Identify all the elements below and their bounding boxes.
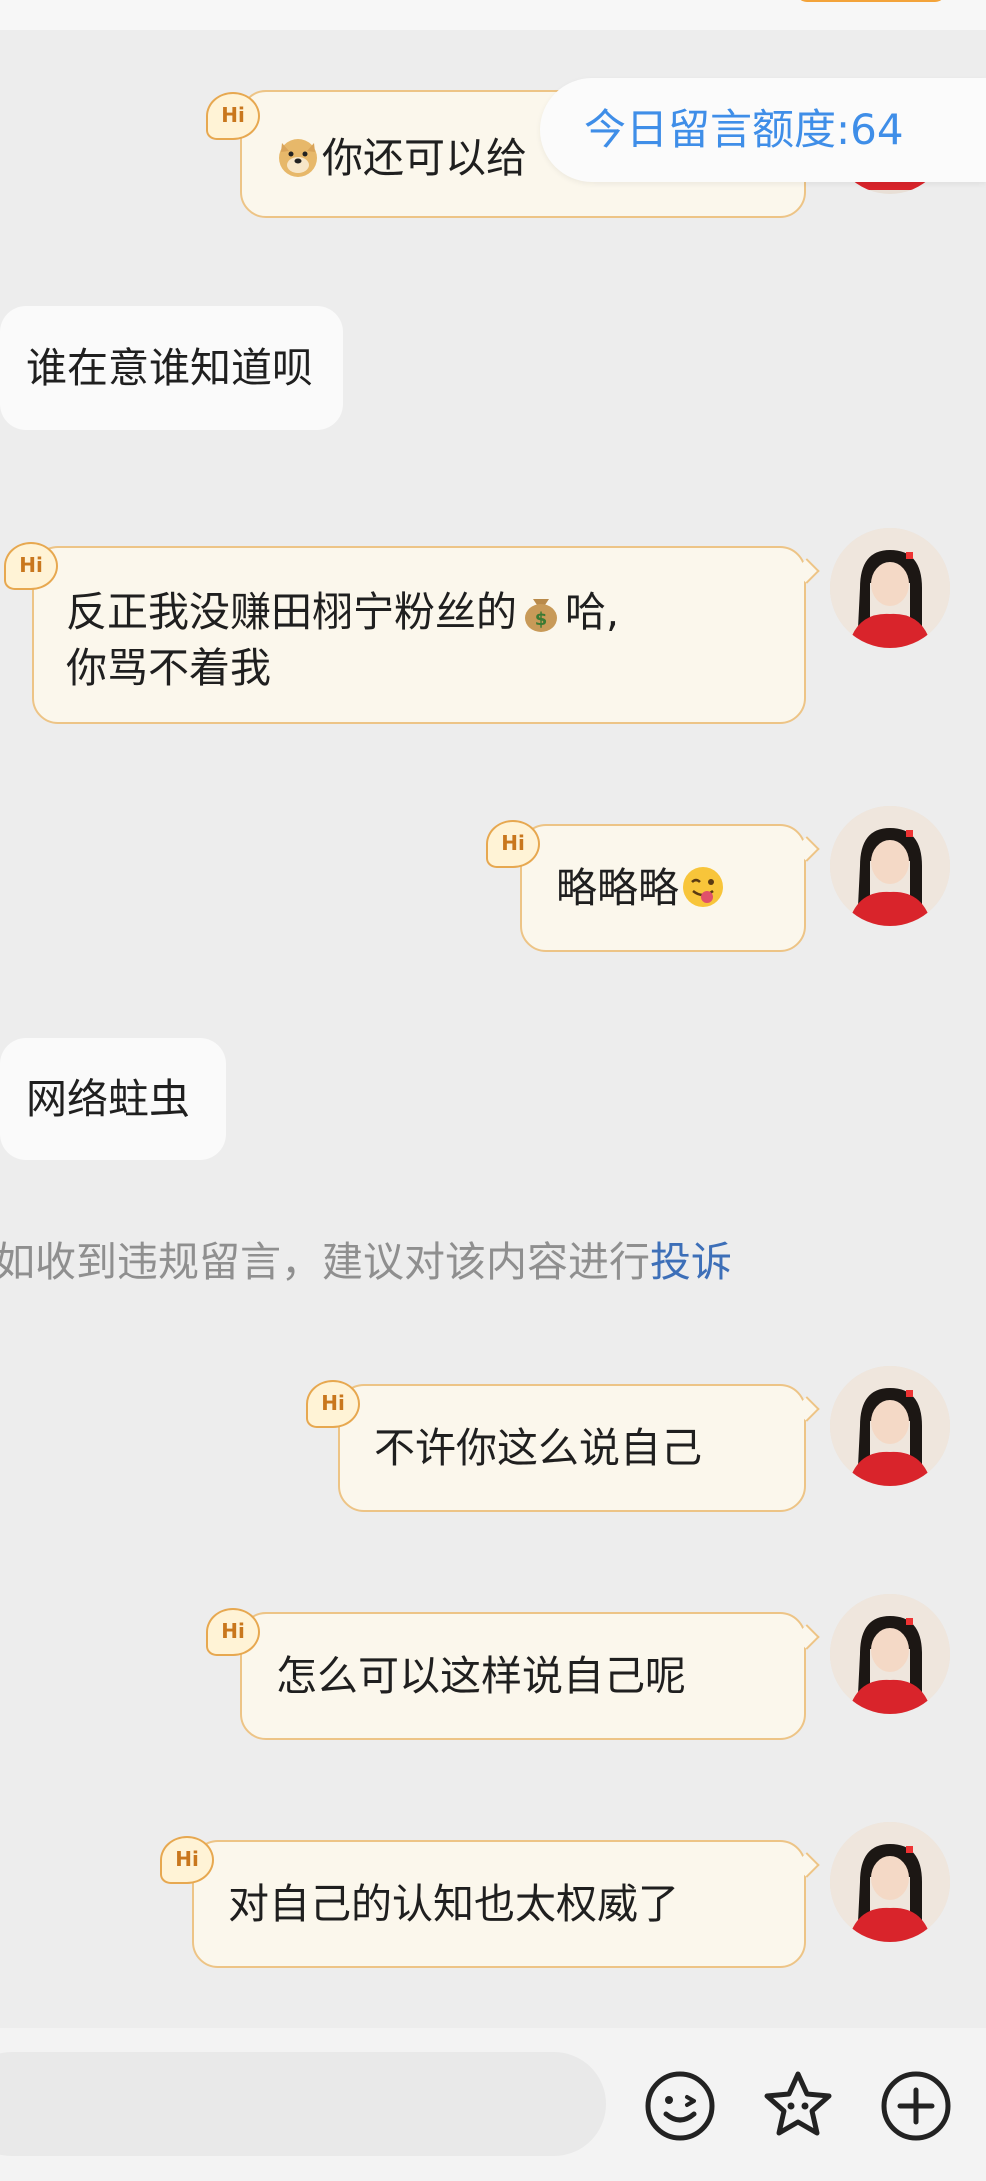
hi-badge: Hi	[486, 820, 540, 868]
avatar[interactable]	[830, 1594, 950, 1714]
message-text: 对自己的认知也太权威了	[228, 1880, 679, 1928]
message-bubble-left: 谁在意谁知道呗	[0, 306, 343, 430]
top-strip	[0, 0, 986, 30]
message-bubble-right: 略略略	[520, 824, 806, 952]
message-text: 你还可以给	[322, 134, 527, 182]
input-bar	[0, 2028, 986, 2181]
message-text: 网络蛀虫	[26, 1075, 190, 1123]
avatar[interactable]	[830, 528, 950, 648]
avatar[interactable]	[830, 806, 950, 926]
hi-badge: Hi	[160, 1836, 214, 1884]
money-bag-emoji-icon: $	[525, 599, 557, 632]
message-bubble-left: 网络蛀虫	[0, 1038, 226, 1160]
winking-tongue-emoji-icon	[683, 867, 723, 907]
message-text: 不许你这么说自己	[374, 1424, 702, 1472]
message-bubble-right: 怎么可以这样说自己呢	[240, 1612, 806, 1740]
message-bubble-right: 对自己的认知也太权威了	[192, 1840, 806, 1968]
violation-notice: 如收到违规留言，建议对该内容进行投诉	[0, 1238, 732, 1286]
message-text: 略略略	[556, 864, 679, 912]
message-text: 谁在意谁知道呗	[26, 344, 313, 392]
hi-badge: Hi	[4, 542, 58, 590]
hi-badge: Hi	[206, 92, 260, 140]
top-orange-pill	[796, 0, 946, 2]
report-link[interactable]: 投诉	[650, 1238, 732, 1286]
hi-badge: Hi	[206, 1608, 260, 1656]
plus-icon[interactable]	[878, 2068, 954, 2144]
message-text: 怎么可以这样说自己呢	[276, 1652, 686, 1700]
message-bubble-right: 反正我没赚田栩宁粉丝的 $ 哈, 你骂不着我	[32, 546, 806, 724]
quota-banner: 今日留言额度:64	[540, 78, 986, 182]
star-sticker-icon[interactable]	[760, 2068, 836, 2144]
message-line-2: 你骂不着我	[66, 644, 271, 692]
hi-badge: Hi	[306, 1380, 360, 1428]
doge-emoji-icon	[279, 139, 317, 177]
svg-text:$: $	[535, 609, 548, 630]
avatar[interactable]	[830, 1822, 950, 1942]
message-line-1: 反正我没赚田栩宁粉丝的 $ 哈,	[66, 588, 620, 636]
message-input[interactable]	[0, 2052, 606, 2156]
message-bubble-right: 不许你这么说自己	[338, 1384, 806, 1512]
avatar[interactable]	[830, 1366, 950, 1486]
smile-icon[interactable]	[642, 2068, 718, 2144]
